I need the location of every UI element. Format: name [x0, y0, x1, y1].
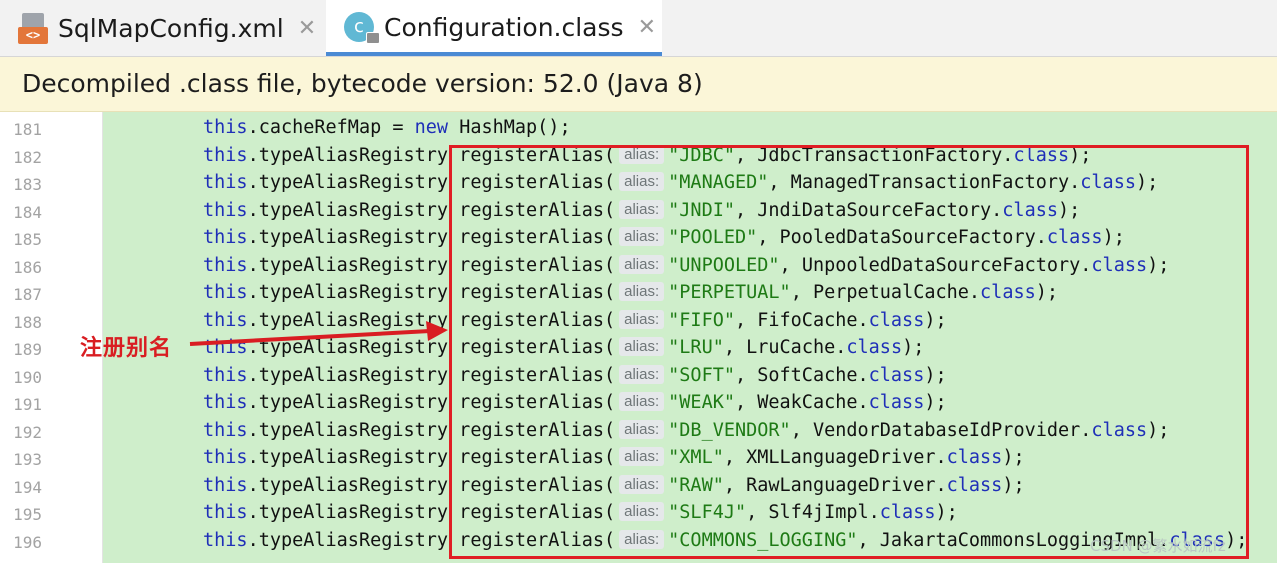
- watermark: CSDN @繁水如流fz: [1090, 537, 1226, 555]
- annotation-label: 注册别名: [80, 335, 173, 361]
- annotation-arrow: [189, 321, 448, 346]
